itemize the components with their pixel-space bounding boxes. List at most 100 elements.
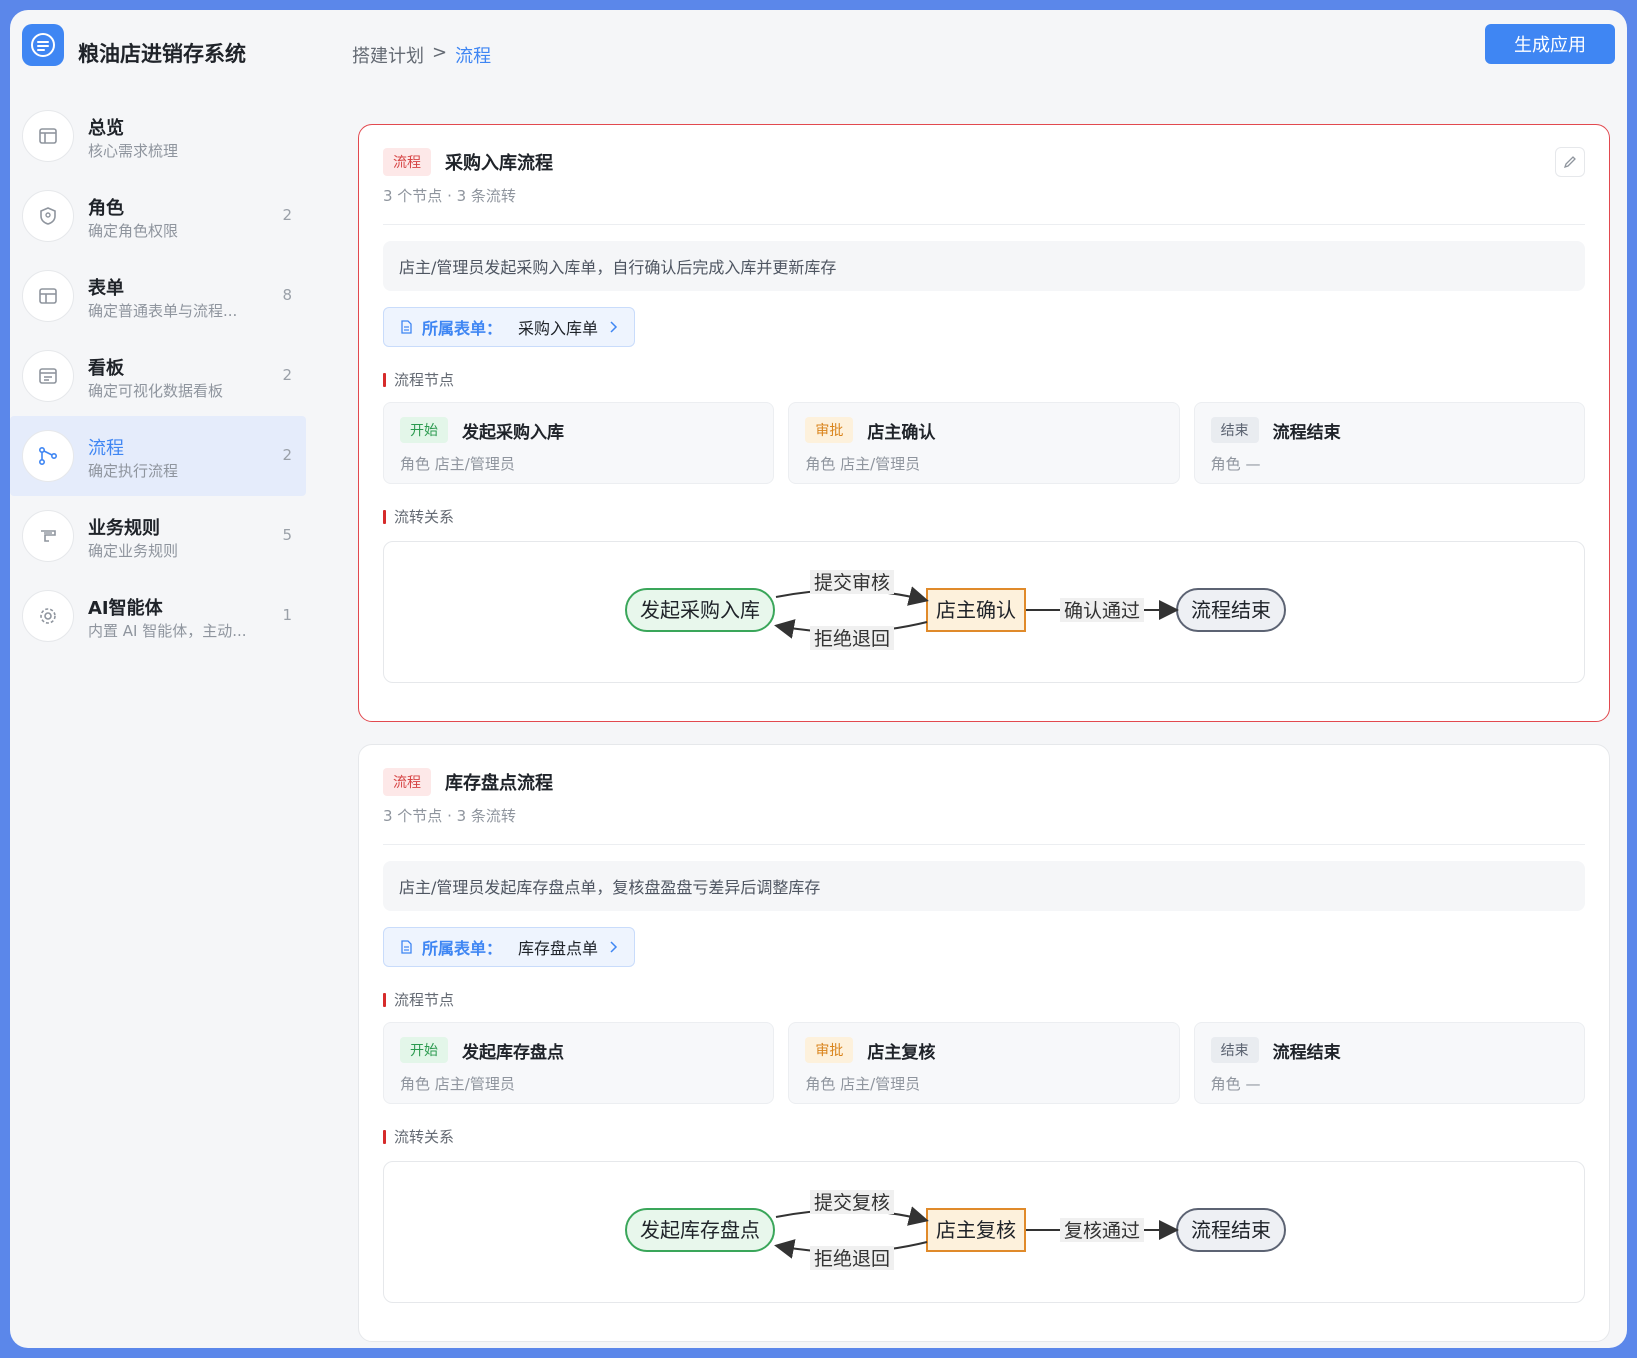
node-type-tag: 审批 <box>805 1037 854 1063</box>
flow-description: 店主/管理员发起库存盘点单，复核盘盈盘亏差异后调整库存 <box>383 861 1585 911</box>
node-name: 发起库存盘点 <box>462 1042 564 1063</box>
sidebar-item-title: 总览 <box>88 118 124 139</box>
node-role-value: 店主/管理员 <box>434 1075 515 1093</box>
nodes-section-title: 流程节点 <box>383 369 1585 390</box>
sidebar-item[interactable]: AI智能体 内置 AI 智能体，主动... 1 <box>10 576 306 656</box>
node-role: 角色 店主/管理员 <box>400 1073 515 1094</box>
flow-card[interactable]: 流程 库存盘点流程 3 个节点 · 3 条流转店主/管理员发起库存盘点单，复核盘盈盘… <box>358 744 1610 1342</box>
node-type-tag: 审批 <box>805 417 854 443</box>
app-window: 粮油店进销存系统 搭建计划 > 流程 生成应用 总览核心需求梳理角色 确定角色权限… <box>10 10 1627 1348</box>
header: 粮油店进销存系统 搭建计划 > 流程 生成应用 <box>10 10 1627 76</box>
node-role: 角色 店主/管理员 <box>400 453 515 474</box>
generate-app-button[interactable]: 生成应用 <box>1485 24 1615 64</box>
flow-type-tag: 流程 <box>383 148 431 176</box>
flow-description: 店主/管理员发起采购入库单，自行确认后完成入库并更新库存 <box>383 241 1585 291</box>
sidebar-item[interactable]: 总览 核心需求梳理 <box>10 96 306 176</box>
diagram-start-label: 发起采购入库 <box>640 598 760 622</box>
sidebar-item-title: 看板 <box>88 358 124 379</box>
node-role-prefix: 角色 <box>1210 1075 1241 1093</box>
flow-meta: 3 个节点 · 3 条流转 <box>383 805 1585 845</box>
file-icon <box>401 940 412 954</box>
flow-nodes: 开始 发起库存盘点 角色 店主/管理员 审批 店主复核 角色 店主/管理员 结束 流程结束 角色… <box>383 1022 1585 1104</box>
related-form-name: 采购入库单 <box>518 319 599 338</box>
related-form-label: 所属表单： <box>422 319 503 338</box>
node-role: 角色 店主/管理员 <box>805 1073 920 1094</box>
flow-type-tag: 流程 <box>383 768 431 796</box>
node-name: 流程结束 <box>1272 1042 1341 1063</box>
sidebar-item[interactable]: 业务规则 确定业务规则 5 <box>10 496 306 576</box>
flow-node-card[interactable]: 审批 店主确认角色 店主/管理员 <box>788 402 1180 484</box>
sidebar-item-title: 角色 <box>88 198 124 219</box>
breadcrumb-current: 流程 <box>455 46 492 67</box>
diagram-approve-label: 店主确认 <box>936 598 1016 622</box>
nodes-section-title: 流程节点 <box>383 989 1585 1010</box>
flow-card[interactable]: 流程 采购入库流程 3 个节点 · 3 条流转店主/管理员发起采购入库单，自行确认后… <box>358 124 1610 722</box>
flow-node-card[interactable]: 开始 发起库存盘点角色 店主/管理员 <box>383 1022 775 1104</box>
sidebar-item-subtitle: 内置 AI 智能体，主动... <box>88 622 247 640</box>
node-type-tag: 开始 <box>400 1037 448 1063</box>
sidebar-item-count: 8 <box>282 286 292 304</box>
diagram-start-label: 发起库存盘点 <box>640 1218 760 1242</box>
breadcrumb: 搭建计划 > 流程 <box>352 42 491 68</box>
diagram-end-label: 流程结束 <box>1191 598 1271 622</box>
flow-title: 库存盘点流程 <box>445 773 553 794</box>
sidebar-item-count: 2 <box>282 366 292 384</box>
node-role-prefix: 角色 <box>805 1075 836 1093</box>
node-type-tag: 结束 <box>1210 417 1259 443</box>
chevron-right-icon <box>610 321 618 333</box>
flows-section-label: 流转关系 <box>394 508 455 526</box>
sidebar-item-count: 5 <box>282 526 292 544</box>
node-role-prefix: 角色 <box>400 1075 431 1093</box>
main-content: 流程 采购入库流程 3 个节点 · 3 条流转 店主/管理员发起采购入库单，自行确认后… <box>358 124 1610 1348</box>
edit-button[interactable] <box>1555 147 1585 177</box>
sidebar-item[interactable]: 表单 确定普通表单与流程... 8 <box>10 256 306 336</box>
sidebar-item-subtitle: 核心需求梳理 <box>88 142 179 160</box>
nodes-section-label: 流程节点 <box>394 371 455 389</box>
flow-node-card[interactable]: 结束 流程结束 角色 — <box>1193 1022 1585 1104</box>
node-role: 角色 — <box>1211 1073 1261 1094</box>
diagram-reject-label: 拒绝退回 <box>814 628 890 650</box>
rule-icon <box>22 510 74 562</box>
nodes-section-label: 流程节点 <box>394 991 455 1009</box>
node-role-prefix: 角色 <box>400 455 431 473</box>
sidebar-item-title: 表单 <box>88 278 124 299</box>
sidebar-item-subtitle: 确定执行流程 <box>88 462 179 480</box>
node-type-tag: 开始 <box>400 417 448 443</box>
flow-node-card[interactable]: 结束 流程结束 角色 — <box>1193 402 1585 484</box>
breadcrumb-parent[interactable]: 搭建计划 <box>352 42 424 68</box>
node-role-value: — <box>1245 455 1261 473</box>
sidebar: 总览 核心需求梳理 角色 确定角色权限 2 表单 确定普通表单与流程... 8 看板 确定可视化数… <box>10 96 306 656</box>
related-form-name: 库存盘点单 <box>518 939 599 958</box>
flow-meta: 3 个节点 · 3 条流转 <box>383 185 1585 225</box>
file-icon <box>401 320 412 334</box>
sidebar-item-count: 1 <box>282 606 292 624</box>
sidebar-item-subtitle: 确定可视化数据看板 <box>88 382 224 400</box>
node-name: 店主确认 <box>867 422 936 443</box>
flow-icon <box>22 430 74 482</box>
node-role: 角色 店主/管理员 <box>805 453 920 474</box>
node-role-value: 店主/管理员 <box>434 455 515 473</box>
overview-icon <box>22 110 74 162</box>
node-name: 发起采购入库 <box>462 422 564 443</box>
sidebar-item-subtitle: 确定业务规则 <box>88 542 179 560</box>
related-form-link[interactable]: 所属表单： 库存盘点单 <box>383 927 636 967</box>
related-form-label: 所属表单： <box>422 939 503 958</box>
diagram-approve-label: 店主复核 <box>936 1218 1016 1242</box>
diagram-pass-label: 复核通过 <box>1064 1220 1140 1242</box>
sidebar-item[interactable]: 流程 确定执行流程 2 <box>10 416 306 496</box>
flow-diagram: 发起采购入库 店主确认 流程结束 提交审核 拒绝退回 确认通过 <box>383 541 1585 683</box>
related-form-link[interactable]: 所属表单： 采购入库单 <box>383 307 636 347</box>
dashboard-icon <box>22 350 74 402</box>
flow-node-card[interactable]: 审批 店主复核 角色 店主/管理员 <box>788 1022 1180 1104</box>
flow-node-card[interactable]: 开始 发起采购入库角色 店主/管理员 <box>383 402 775 484</box>
flows-section-title: 流转关系 <box>383 506 1585 527</box>
chevron-right-icon <box>610 941 618 953</box>
flow-title: 采购入库流程 <box>445 153 553 174</box>
diagram-end-label: 流程结束 <box>1191 1218 1271 1242</box>
pencil-icon <box>1563 156 1576 169</box>
node-role-value: 店主/管理员 <box>840 455 921 473</box>
app-logo <box>22 24 64 66</box>
sidebar-item[interactable]: 角色 确定角色权限 2 <box>10 176 306 256</box>
sidebar-item[interactable]: 看板确定可视化数据看板 2 <box>10 336 306 416</box>
sidebar-item-count: 2 <box>282 206 292 224</box>
